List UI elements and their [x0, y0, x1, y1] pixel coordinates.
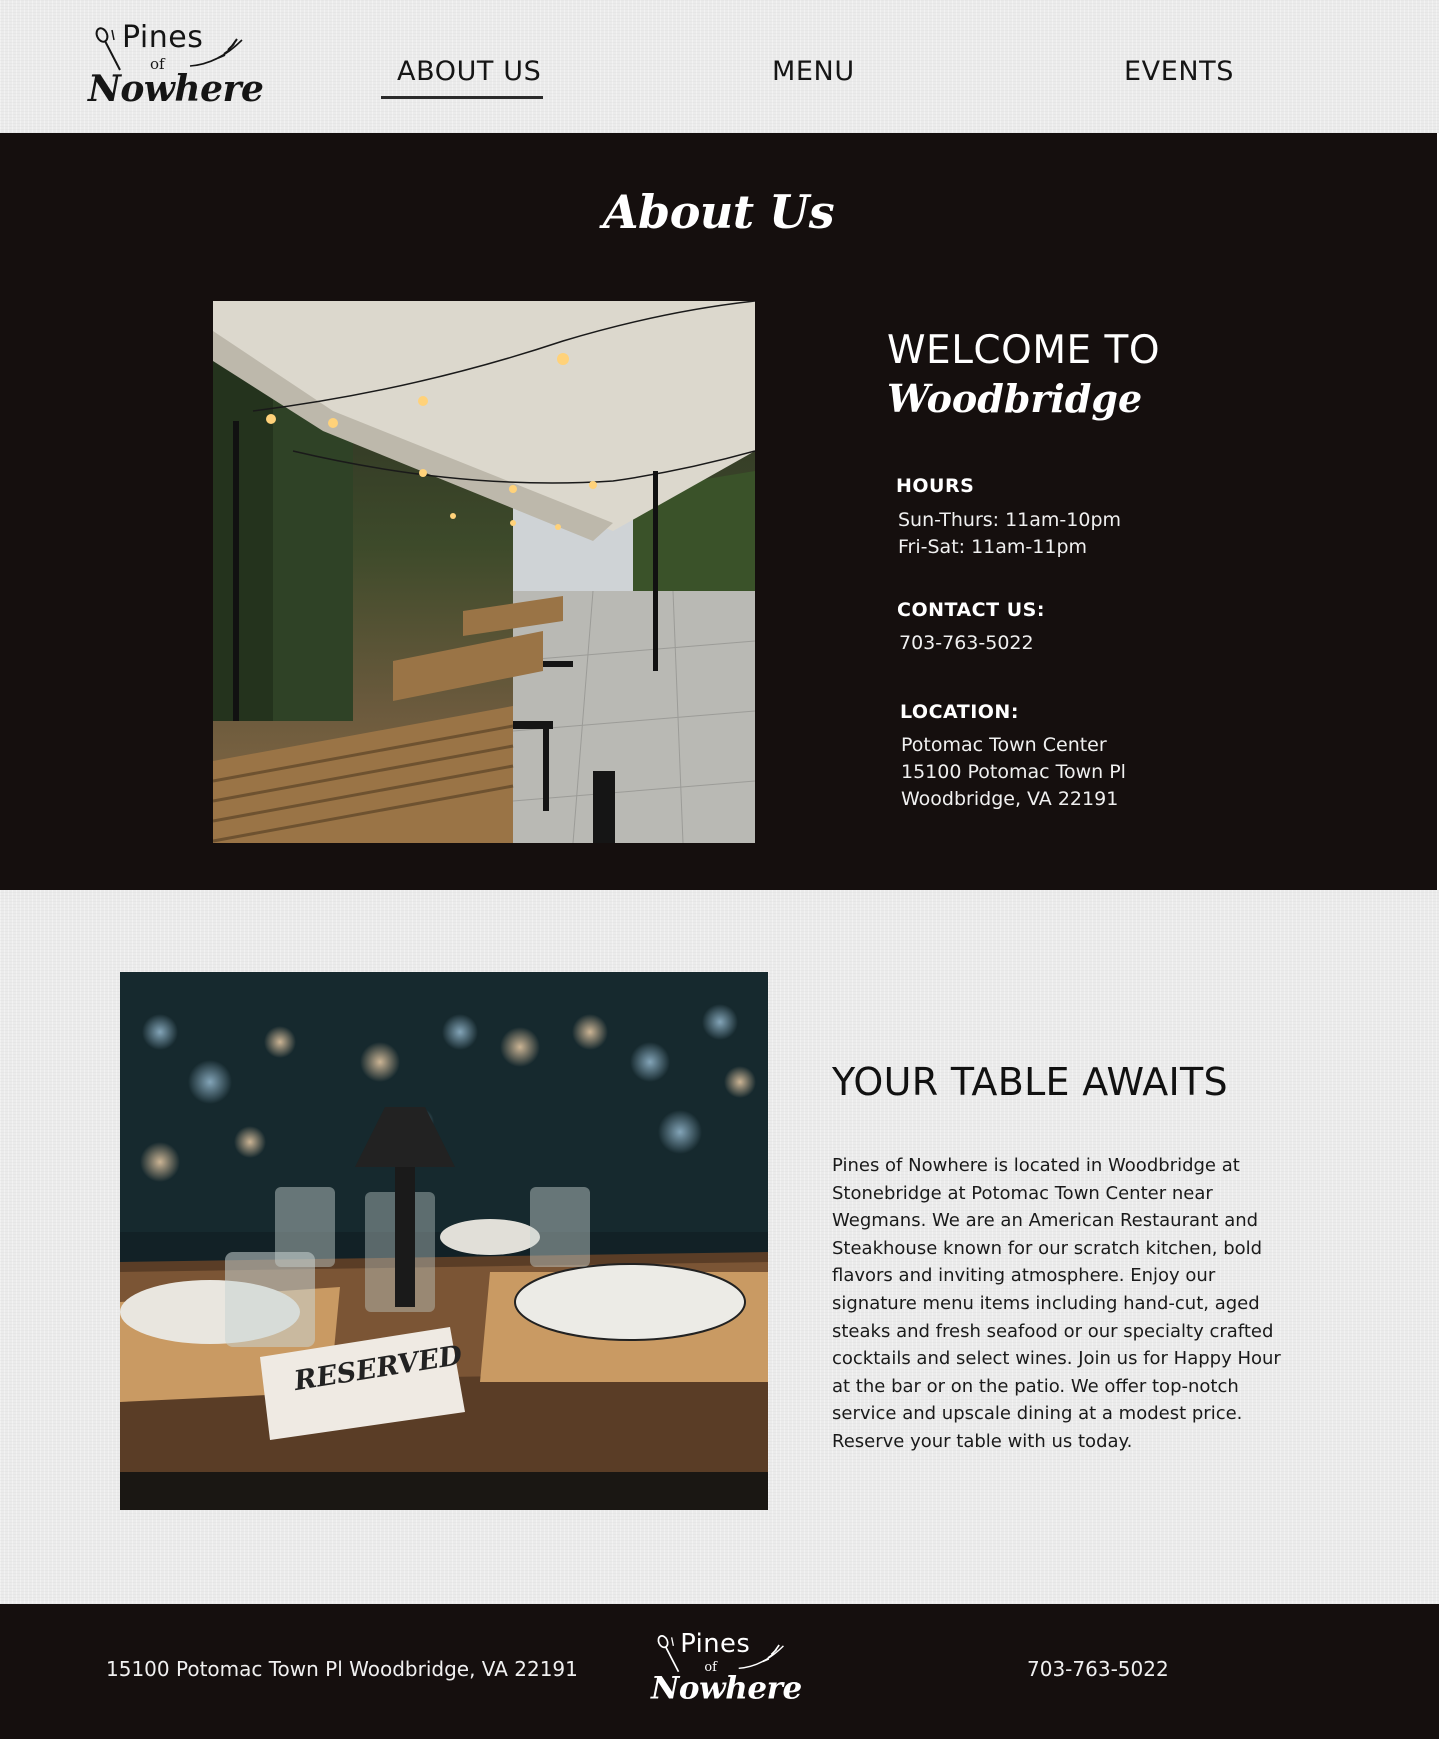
table-section-heading: YOUR TABLE AWAITS — [832, 1060, 1228, 1104]
table-section: RESERVED YOUR TABLE AWAITS Pines of Nowh… — [0, 890, 1439, 1604]
logo-text-nowhere: Nowhere — [88, 68, 264, 110]
header-logo[interactable]: Pines of Nowhere — [88, 18, 264, 118]
location-line: 15100 Potomac Town Pl — [901, 761, 1126, 783]
footer-phone[interactable]: 703-763-5022 — [1027, 1657, 1169, 1681]
logo-text-pines: Pines — [680, 1628, 751, 1659]
contact-phone[interactable]: 703-763-5022 — [899, 632, 1034, 654]
hours-title: HOURS — [896, 475, 975, 497]
reserved-table-photo: RESERVED — [120, 972, 768, 1510]
location-title: LOCATION: — [900, 701, 1019, 723]
footer-logo[interactable]: Pines of Nowhere — [651, 1627, 802, 1713]
patio-photo — [213, 301, 755, 843]
nav-about-us[interactable]: ABOUT US — [397, 56, 541, 87]
logo-text-nowhere: Nowhere — [651, 1670, 802, 1707]
nav-menu[interactable]: MENU — [772, 56, 855, 87]
site-footer: 15100 Potomac Town Pl Woodbridge, VA 221… — [0, 1604, 1439, 1739]
hours-line: Sun-Thurs: 11am-10pm — [898, 509, 1122, 531]
about-section: About Us WELCOME TO Woodbridge HOURS Sun… — [0, 133, 1437, 890]
welcome-title: WELCOME TO — [887, 328, 1161, 373]
nav-active-underline — [381, 96, 543, 99]
contact-title: CONTACT US: — [897, 599, 1045, 621]
hours-line: Fri-Sat: 11am-11pm — [898, 536, 1088, 558]
site-header: Pines of Nowhere ABOUT US MENU EVENTS — [0, 0, 1439, 133]
footer-address: 15100 Potomac Town Pl Woodbridge, VA 221… — [106, 1657, 578, 1681]
location-line: Potomac Town Center — [901, 734, 1107, 756]
nav-events[interactable]: EVENTS — [1124, 56, 1234, 87]
table-section-paragraph: Pines of Nowhere is located in Woodbridg… — [832, 1155, 1281, 1452]
logo-text-pines: Pines — [122, 20, 204, 55]
location-line: Woodbridge, VA 22191 — [901, 788, 1119, 810]
about-heading: About Us — [602, 185, 835, 239]
welcome-city: Woodbridge — [887, 376, 1143, 421]
spoon-fork-icon — [95, 27, 121, 71]
